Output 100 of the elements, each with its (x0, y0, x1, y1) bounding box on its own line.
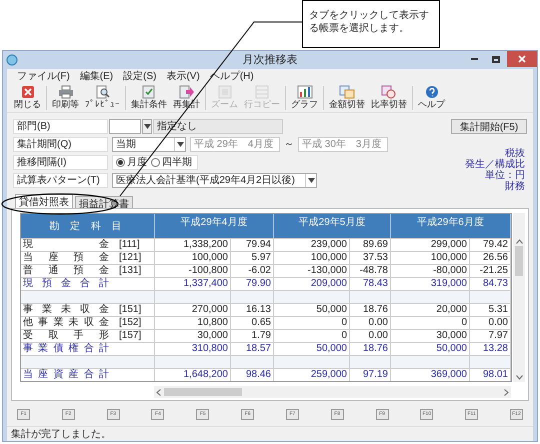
table-cell: 319,000 (430, 278, 467, 290)
table-cell: -130,000 (308, 265, 347, 277)
table-cell: 100,000 (192, 252, 228, 264)
table-cell: 18.76 (362, 343, 388, 355)
table-cell: 239,000 (310, 239, 347, 251)
account-name: 他 事 業 未 収 金 (23, 317, 109, 329)
menu-item[interactable]: 表示(V) (162, 68, 204, 84)
table-cell: 97.19 (362, 369, 388, 381)
zoom-icon (216, 85, 232, 99)
table-cell: 259,000 (310, 369, 347, 381)
account-name: 事 業 債 権 合 計 (23, 343, 109, 355)
toolbar-button[interactable]: 印刷等 (49, 85, 82, 110)
magnifier-icon (94, 85, 110, 99)
account-code: [157] (119, 330, 142, 342)
toolbar-button[interactable]: グラフ (288, 85, 321, 110)
account-code: [152] (119, 317, 142, 329)
dropdown-button[interactable] (142, 119, 152, 134)
table-cell: 1,338,200 (184, 239, 228, 251)
table-cell: 18.76 (362, 304, 388, 316)
to-field: 平成 30年 3月度 (298, 137, 388, 152)
close-icon (518, 55, 526, 63)
table-cell: 0 (341, 330, 347, 342)
account-code: [111] (119, 239, 140, 251)
table-cell: 50,000 (436, 343, 467, 355)
close-icon (20, 85, 36, 99)
table-cell: 30,000 (197, 330, 228, 342)
table-cell: 0.00 (368, 317, 388, 329)
scroll-left-icon (156, 388, 161, 396)
table-cell: 20,000 (436, 304, 467, 316)
table-cell: 7.97 (488, 330, 508, 342)
table-cell: 78.43 (362, 278, 388, 290)
info-text: 税抜 (505, 148, 525, 159)
start-button[interactable]: 集計開始(F5) (451, 119, 527, 134)
account-name: 現 預 金 合 計 (23, 278, 109, 290)
from-field: 平成 29年 4月度 (190, 137, 280, 152)
account-code: [121] (119, 252, 142, 264)
table-cell: 209,000 (310, 278, 347, 290)
table-cell: -6.02 (248, 265, 271, 277)
table-cell: 0.00 (368, 330, 388, 342)
table-cell: 10,800 (197, 317, 228, 329)
scroll-thumb[interactable] (164, 388, 242, 396)
table-cell: 89.69 (362, 239, 388, 251)
table-cell: -80,000 (433, 265, 467, 277)
table-cell: 1.79 (252, 330, 271, 342)
table-cell: 299,000 (430, 239, 467, 251)
caret-icon (176, 142, 184, 147)
account-name: 当 座 預 金 (23, 252, 109, 264)
table-cell: 37.53 (362, 252, 388, 264)
table-cell: 13.28 (482, 343, 508, 355)
toolbar-button[interactable]: 比率切替 (368, 85, 410, 110)
status-text: 集計が完了しました。 (11, 428, 111, 442)
menu-item[interactable]: ファイル(F) (13, 68, 74, 84)
table-cell: 50,000 (316, 343, 347, 355)
table-cell: 79.42 (482, 239, 508, 251)
table-cell: 79.94 (246, 239, 271, 251)
caret-icon (144, 124, 150, 129)
range-separator: ～ (284, 138, 294, 152)
table-cell: -21.25 (480, 265, 508, 277)
account-name: 現 金 (23, 239, 109, 251)
scroll-up-icon (516, 239, 522, 244)
menu-item[interactable]: 設定(S) (119, 68, 160, 84)
radio-option[interactable]: 四半期 (151, 155, 192, 170)
table-cell: 100,000 (310, 252, 347, 264)
scroll-down-icon (516, 375, 522, 380)
switch-icon (381, 85, 397, 99)
toolbar-button[interactable]: ヘルプ (415, 85, 448, 110)
account-name: 普 通 預 金 (23, 265, 109, 277)
code-field[interactable] (109, 119, 141, 134)
toolbar-button[interactable]: ﾌﾟﾚﾋﾞｭｰ (82, 85, 123, 110)
table-cell: -100,800 (188, 265, 228, 277)
toolbar-button[interactable]: 金額切替 (326, 85, 368, 110)
table-cell: 270,000 (192, 304, 228, 316)
table-cell: 5.97 (252, 252, 271, 264)
table-cell: 98.46 (246, 369, 271, 381)
close-button[interactable] (507, 51, 537, 67)
field-label: 部門(B) (13, 119, 108, 134)
toolbar-button[interactable]: 閉じる (11, 85, 44, 110)
horizontal-scrollbar[interactable] (154, 386, 511, 398)
app-icon (6, 54, 18, 66)
chart-icon (296, 85, 312, 99)
table-cell: 100,000 (430, 252, 467, 264)
rows-icon (254, 85, 270, 99)
table-cell: 5.31 (488, 304, 508, 316)
vertical-scrollbar[interactable] (513, 213, 525, 382)
help-icon (424, 85, 440, 99)
table-cell: 0.65 (252, 317, 271, 329)
menu-item[interactable]: 編集(E) (76, 68, 118, 84)
tab[interactable]: 貸借対照表 (15, 194, 73, 208)
field-label: 集計期間(Q) (13, 137, 108, 152)
toolbar-button[interactable]: 再集計 (170, 85, 203, 110)
table-cell: 1,648,200 (184, 369, 228, 381)
switch-icon (339, 85, 355, 99)
toolbar-button[interactable]: 集計条件 (128, 85, 170, 110)
checklist-icon (141, 85, 157, 99)
scroll-thumb[interactable] (515, 246, 523, 276)
arrow-icon (178, 85, 194, 99)
table-cell: 0 (461, 317, 467, 329)
period-select[interactable]: 当期 (112, 137, 186, 152)
table-cell: 1,337,400 (184, 278, 228, 290)
scroll-right-icon (504, 388, 509, 396)
